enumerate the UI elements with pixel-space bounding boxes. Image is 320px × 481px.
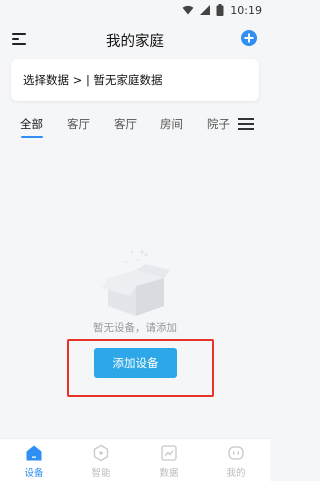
empty-state-text: 暂无设备，请添加 [93, 322, 177, 334]
home-icon [26, 445, 42, 461]
bottom-nav: 设备 智能 数据 我的 [0, 438, 270, 481]
tabs-menu-icon[interactable] [238, 118, 254, 130]
tab-living-room-2[interactable]: 客厅 [114, 116, 137, 132]
page-title: 我的家庭 [106, 34, 164, 50]
tab-room[interactable]: 房间 [160, 116, 183, 132]
nav-label-data: 数据 [159, 468, 179, 479]
status-bar: 10:19 [0, 0, 270, 20]
wifi-icon [182, 5, 194, 15]
data-selector[interactable]: 选择数据 > | 暂无家庭数据 [11, 59, 259, 101]
tab-yard[interactable]: 院子 [207, 116, 230, 132]
add-home-button[interactable] [241, 30, 257, 46]
menu-icon[interactable] [12, 32, 28, 46]
nav-item-data[interactable]: 数据 [149, 442, 189, 480]
nav-item-smart[interactable]: 智能 [81, 442, 121, 480]
empty-box-icon [102, 249, 170, 316]
signal-icon [200, 5, 211, 15]
nav-label-profile: 我的 [226, 468, 246, 479]
nav-item-devices[interactable]: 设备 [14, 442, 54, 480]
header: 我的家庭 [0, 24, 270, 58]
active-tab-indicator [21, 136, 43, 138]
tab-all[interactable]: 全部 [20, 116, 43, 132]
status-time: 10:19 [230, 3, 262, 17]
battery-icon [216, 4, 224, 16]
smart-icon [93, 444, 109, 462]
nav-label-devices: 设备 [24, 468, 44, 479]
room-tabs: 全部 客厅 客厅 房间 院子 [0, 108, 270, 142]
nav-label-smart: 智能 [91, 468, 111, 479]
plus-icon [244, 33, 254, 43]
profile-icon [228, 446, 244, 460]
data-selector-text: 选择数据 > | 暂无家庭数据 [23, 73, 163, 87]
add-device-button[interactable]: 添加设备 [94, 348, 177, 378]
tab-living-room-1[interactable]: 客厅 [67, 116, 90, 132]
data-icon [161, 445, 177, 461]
nav-item-profile[interactable]: 我的 [216, 442, 256, 480]
